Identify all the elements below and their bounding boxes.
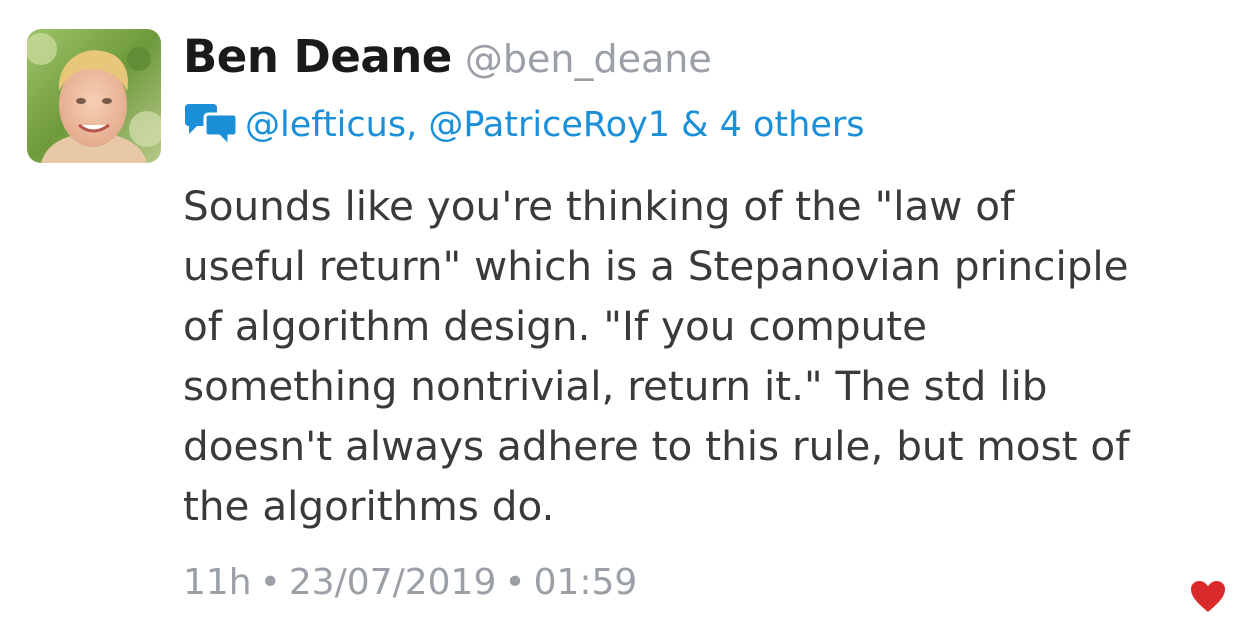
tweet-header: Ben Deane @ben_deane	[183, 30, 712, 92]
tweet-body-line: of algorithm design. "If you compute	[183, 302, 928, 350]
reply-to-users[interactable]: @lefticus, @PatriceRoy1 & 4 others	[245, 105, 864, 145]
tweet-body-line: useful return" which is a Stepanovian pr…	[183, 242, 1129, 290]
relative-time: 11h	[183, 562, 252, 603]
avatar-image	[27, 29, 161, 163]
meta-separator: •	[504, 562, 526, 603]
tweet-body-line: doesn't always adhere to this rule, but …	[183, 422, 1130, 470]
author-handle[interactable]: @ben_deane	[465, 37, 712, 81]
tweet-body-line: something nontrivial, return it." The st…	[183, 362, 1048, 410]
tweet-time: 01:59	[533, 562, 638, 603]
author-name[interactable]: Ben Deane	[183, 30, 452, 83]
meta-separator: •	[259, 562, 281, 603]
tweet-date: 23/07/2019	[288, 562, 497, 603]
tweet-meta: 11h • 23/07/2019 • 01:59	[183, 562, 637, 603]
tweet-body-line: Sounds like you're thinking of the "law …	[183, 182, 1015, 230]
tweet-card: Ben Deane @ben_deane @lefticus, @Patrice…	[0, 0, 1242, 633]
reply-context[interactable]: @lefticus, @PatriceRoy1 & 4 others	[183, 98, 864, 152]
heart-icon[interactable]	[1190, 580, 1226, 614]
tweet-body-line: the algorithms do.	[183, 482, 555, 530]
conversation-icon	[185, 104, 239, 148]
avatar[interactable]	[27, 29, 161, 163]
tweet-body: Sounds like you're thinking of the "law …	[183, 176, 1213, 536]
